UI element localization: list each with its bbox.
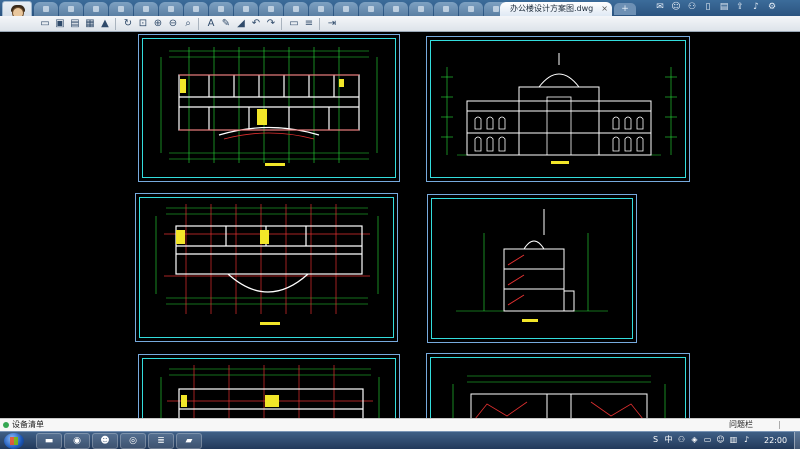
pencil-icon[interactable]: ✎ (219, 17, 233, 31)
toolbar-separator (198, 18, 199, 30)
redo-icon[interactable]: ↷ (264, 17, 278, 31)
toolbar-separator (115, 18, 116, 30)
file-tab-strip (34, 0, 509, 16)
file-tab[interactable] (209, 2, 233, 16)
network-icon[interactable]: ▥ (728, 434, 739, 446)
lock-icon[interactable]: ▲ (98, 17, 112, 31)
file-tab[interactable] (159, 2, 183, 16)
chrome-icon[interactable]: ◉ (64, 433, 90, 449)
clock[interactable]: 22:00 (764, 432, 787, 449)
ime-icon[interactable]: 中 (663, 434, 674, 446)
elevation-drawing (441, 53, 677, 164)
new-tab-button[interactable]: + (614, 3, 636, 15)
app-window: 办公楼设计方案图.dwg × + ✉ ☺ ⚇ ▯ ▤ ⇪ ♪ ⚙ ▭ ▣ ▤ ▦ ▲ ↻ ⊡ ⊕ ⊖ ⌕ A ✎ ◢ ↶… (0, 0, 800, 449)
file-tab[interactable] (284, 2, 308, 16)
toolbar-group: ▭ ≡ (287, 17, 323, 31)
settings-icon[interactable]: ⚙ (766, 1, 778, 13)
file-tab[interactable] (184, 2, 208, 16)
phone-icon[interactable]: ▯ (702, 1, 714, 13)
folder-icon[interactable]: ▬ (36, 433, 62, 449)
status-bar: 设备清单 问题栏 | (0, 418, 800, 431)
text-icon[interactable]: A (204, 17, 218, 31)
layers-icon[interactable]: ≡ (302, 17, 316, 31)
top-right-icons: ✉ ☺ ⚇ ▯ ▤ ⇪ ♪ ⚙ (654, 1, 782, 15)
save-as-icon[interactable]: ▤ (68, 17, 82, 31)
main-toolbar: ▭ ▣ ▤ ▦ ▲ ↻ ⊡ ⊕ ⊖ ⌕ A ✎ ◢ ↶ ↷ ▭ ≡ ⇥ (0, 16, 800, 32)
zoom-extents-icon[interactable]: ⌕ (181, 17, 195, 31)
security-icon[interactable]: ◈ (689, 434, 700, 446)
sheet-floor-plan-1[interactable] (138, 34, 400, 182)
brush-icon[interactable]: ◢ (234, 17, 248, 31)
bell-icon[interactable]: ♪ (750, 1, 762, 13)
avatar-app-icon[interactable]: ☻ (92, 433, 118, 449)
rear-elevation-drawing (452, 375, 666, 418)
pan-icon[interactable]: ↻ (121, 17, 135, 31)
mail-icon[interactable]: ✉ (654, 1, 666, 13)
cad-viewer-icon[interactable]: ▰ (176, 433, 202, 449)
file-tab[interactable] (84, 2, 108, 16)
clipboard-icon[interactable]: ▤ (718, 1, 730, 13)
browser-icon[interactable]: ◎ (120, 433, 146, 449)
save-icon[interactable]: ▣ (53, 17, 67, 31)
toolbar-group: A ✎ ◢ ↶ ↷ (204, 17, 285, 31)
file-tab[interactable] (259, 2, 283, 16)
s-app-icon[interactable]: S (650, 434, 661, 446)
file-tab[interactable] (34, 2, 58, 16)
issues-panel-label[interactable]: 问题栏 (729, 419, 753, 431)
monitor-icon[interactable]: ▭ (702, 434, 713, 446)
zoom-in-icon[interactable]: ⊕ (151, 17, 165, 31)
floor-plan-3-drawing (160, 365, 380, 418)
undo-icon[interactable]: ↶ (249, 17, 263, 31)
toolbar-group: ▭ ▣ ▤ ▦ ▲ (38, 17, 119, 31)
section-drawing (456, 209, 608, 322)
file-tab[interactable] (234, 2, 258, 16)
print-icon[interactable]: ▦ (83, 17, 97, 31)
file-tab[interactable] (359, 2, 383, 16)
volume-icon[interactable]: ♪ (741, 434, 752, 446)
open-folder-icon[interactable]: ▭ (38, 17, 52, 31)
close-tab-icon[interactable]: × (601, 2, 608, 16)
user-switch-icon[interactable]: ⚇ (686, 1, 698, 13)
start-button[interactable] (4, 433, 24, 449)
status-dot-icon (3, 422, 9, 428)
share-icon[interactable]: ⇪ (734, 1, 746, 13)
stack-app-icon[interactable]: ≣ (148, 433, 174, 449)
file-tab[interactable] (134, 2, 158, 16)
tab-active-drawing[interactable]: 办公楼设计方案图.dwg × (500, 2, 612, 16)
chat-tray-icon[interactable]: ☺ (715, 434, 726, 446)
file-tab[interactable] (59, 2, 83, 16)
file-tab[interactable] (409, 2, 433, 16)
drawing-canvas[interactable] (0, 32, 800, 418)
zoom-out-icon[interactable]: ⊖ (166, 17, 180, 31)
os-taskbar: ▬ ◉ ☻ ◎ ≣ ▰ S 中 ⚇ ◈ ▭ ☺ ▥ ♪ 22:00 (0, 431, 800, 449)
file-tab[interactable] (109, 2, 133, 16)
measure-icon[interactable]: ▭ (287, 17, 301, 31)
file-tab[interactable] (434, 2, 458, 16)
sheet-floor-plan-2[interactable] (135, 193, 398, 342)
toolbar-separator (281, 18, 282, 30)
file-tab[interactable] (334, 2, 358, 16)
show-desktop-button[interactable] (794, 432, 800, 449)
device-list-label[interactable]: 设备清单 (12, 419, 44, 431)
file-tab[interactable] (459, 2, 483, 16)
toolbar-separator (319, 18, 320, 30)
file-tab[interactable] (384, 2, 408, 16)
export-icon[interactable]: ⇥ (325, 17, 339, 31)
system-tray: S 中 ⚇ ◈ ▭ ☺ ▥ ♪ (650, 434, 754, 448)
floor-plan-2-drawing (155, 204, 379, 325)
sheet-section[interactable] (427, 194, 637, 343)
status-separator: | (778, 420, 781, 429)
sheet-rear-elevation[interactable] (426, 353, 690, 418)
zoom-window-icon[interactable]: ⊡ (136, 17, 150, 31)
sheet-floor-plan-3[interactable] (138, 354, 400, 418)
chat-icon[interactable]: ☺ (670, 1, 682, 13)
floor-plan-1-drawing (160, 47, 378, 166)
sheet-front-elevation[interactable] (426, 36, 690, 182)
toolbar-group: ⇥ (325, 17, 340, 31)
toolbar-group: ↻ ⊡ ⊕ ⊖ ⌕ (121, 17, 202, 31)
file-tab[interactable] (309, 2, 333, 16)
people-icon[interactable]: ⚇ (676, 434, 687, 446)
active-tab-title: 办公楼设计方案图.dwg (510, 4, 594, 13)
